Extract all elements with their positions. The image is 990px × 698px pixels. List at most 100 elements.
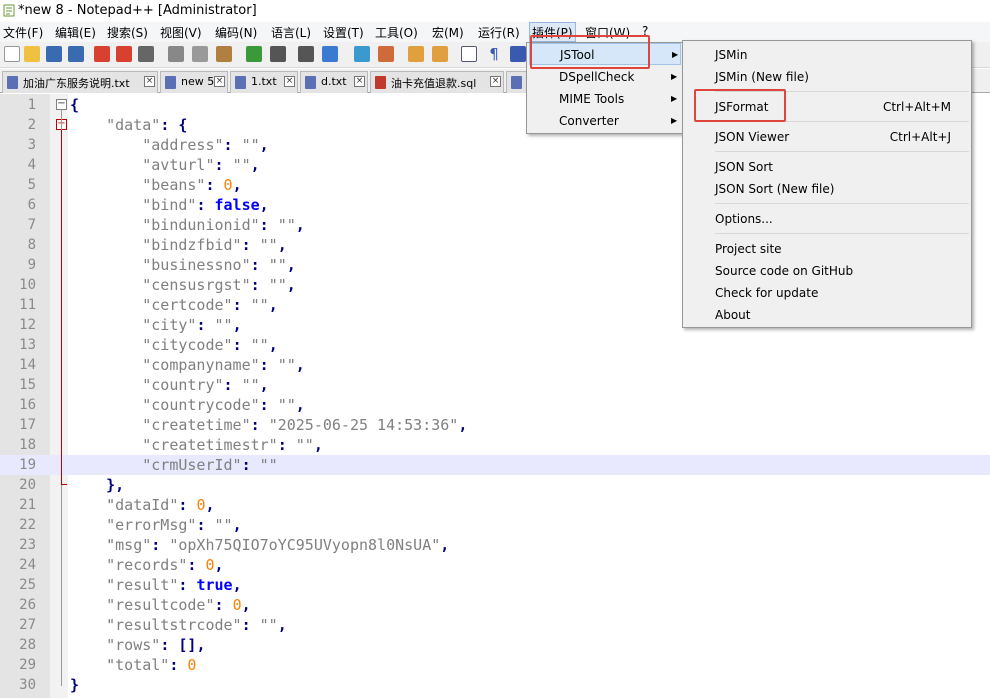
line-number: 17 <box>19 417 36 433</box>
menu-item-jsmin-new-file[interactable]: JSMin (New file) <box>685 66 969 88</box>
code-line[interactable]: 21 "dataId": 0, <box>0 495 990 515</box>
tab-label: 油卡充值退款.sql <box>391 77 477 90</box>
close-tab-icon[interactable]: × <box>354 76 365 87</box>
menu-edit[interactable]: 编辑(E) <box>55 24 96 41</box>
menu-file[interactable]: 文件(F) <box>3 24 43 41</box>
save-all-icon[interactable] <box>68 46 84 62</box>
code-line[interactable]: 27 "resultstrcode": "", <box>0 615 990 635</box>
code-line[interactable]: 19 "crmUserId": "" <box>0 455 990 475</box>
cut-icon[interactable] <box>168 46 184 62</box>
code-line[interactable]: 14 "companyname": "", <box>0 355 990 375</box>
menu-macro[interactable]: 宏(M) <box>432 24 464 41</box>
code-text: "resultstrcode": "", <box>106 616 287 634</box>
code-line[interactable]: 28 "rows": [], <box>0 635 990 655</box>
menu-settings[interactable]: 设置(T) <box>323 24 364 41</box>
code-line[interactable]: 20 }, <box>0 475 990 495</box>
word-wrap-icon[interactable] <box>461 46 477 62</box>
sync-vertical-icon[interactable] <box>408 46 424 62</box>
menu-item-check-update[interactable]: Check for update <box>685 282 969 304</box>
tab-file[interactable]: 油卡充值退款.sql × <box>370 71 504 93</box>
menu-tools[interactable]: 工具(O) <box>375 24 418 41</box>
line-number: 26 <box>19 597 36 613</box>
close-tab-icon[interactable]: × <box>214 76 225 87</box>
menu-item-label: JSON Sort <box>715 160 773 174</box>
line-number: 21 <box>19 497 36 513</box>
menu-item-label: Converter <box>559 114 619 128</box>
code-line[interactable]: 26 "resultcode": 0, <box>0 595 990 615</box>
tab-label: 1.txt <box>251 75 277 88</box>
code-text: "result": true, <box>106 576 242 594</box>
menu-item-json-sort[interactable]: JSON Sort <box>685 156 969 178</box>
paste-icon[interactable] <box>216 46 232 62</box>
line-number: 12 <box>19 317 36 333</box>
line-number: 27 <box>19 617 36 633</box>
menu-item-converter[interactable]: Converter ▶ <box>529 110 681 132</box>
menu-separator <box>715 233 969 234</box>
code-text: "bindzfbid": "", <box>142 236 287 254</box>
code-text: "companyname": "", <box>142 356 305 374</box>
zoom-in-icon[interactable] <box>354 46 370 62</box>
indent-guide-icon[interactable] <box>510 46 526 62</box>
print-icon[interactable] <box>138 46 154 62</box>
line-number: 9 <box>27 257 36 273</box>
menu-item-options[interactable]: Options... <box>685 208 969 230</box>
menu-item-json-viewer[interactable]: JSON Viewer Ctrl+Alt+J <box>685 126 969 148</box>
show-symbols-icon[interactable]: ¶ <box>486 46 502 62</box>
redo-icon[interactable] <box>270 46 286 62</box>
tab-file[interactable]: 1.txt × <box>230 71 298 93</box>
code-line[interactable]: 13 "citycode": "", <box>0 335 990 355</box>
close-tab-icon[interactable]: × <box>144 76 155 87</box>
line-number: 7 <box>27 217 36 233</box>
find-icon[interactable] <box>298 46 314 62</box>
code-line[interactable]: 18 "createtimestr": "", <box>0 435 990 455</box>
new-file-icon[interactable] <box>4 46 20 62</box>
code-line[interactable]: 25 "result": true, <box>0 575 990 595</box>
menu-item-source-code[interactable]: Source code on GitHub <box>685 260 969 282</box>
line-number: 2 <box>27 117 36 133</box>
code-line[interactable]: 22 "errorMsg": "", <box>0 515 990 535</box>
menu-search[interactable]: 搜索(S) <box>107 24 148 41</box>
tab-file[interactable]: 加油广东服务说明.txt × <box>2 71 158 93</box>
menu-item-about[interactable]: About <box>685 304 969 326</box>
line-number: 15 <box>19 377 36 393</box>
menu-view[interactable]: 视图(V) <box>160 24 202 41</box>
code-text: "address": "", <box>142 136 269 154</box>
close-tab-icon[interactable]: × <box>284 76 295 87</box>
menu-language[interactable]: 语言(L) <box>271 24 311 41</box>
code-line[interactable]: 17 "createtime": "2025-06-25 14:53:36", <box>0 415 990 435</box>
menu-item-dspellcheck[interactable]: DSpellCheck ▶ <box>529 66 681 88</box>
menu-item-mime-tools[interactable]: MIME Tools ▶ <box>529 88 681 110</box>
tab-file[interactable] <box>506 71 528 93</box>
code-line[interactable]: 30} <box>0 675 990 695</box>
undo-icon[interactable] <box>246 46 262 62</box>
code-line[interactable]: 16 "countrycode": "", <box>0 395 990 415</box>
open-file-icon[interactable] <box>24 46 40 62</box>
close-icon[interactable] <box>94 46 110 62</box>
menu-encoding[interactable]: 编码(N) <box>215 24 257 41</box>
fold-toggle-icon[interactable]: − <box>56 99 67 110</box>
tab-file[interactable]: new 5 × <box>160 71 228 93</box>
code-line[interactable]: 29 "total": 0 <box>0 655 990 675</box>
copy-icon[interactable] <box>192 46 208 62</box>
tab-file[interactable]: d.txt × <box>300 71 368 93</box>
code-line[interactable]: 24 "records": 0, <box>0 555 990 575</box>
close-all-icon[interactable] <box>116 46 132 62</box>
menu-item-jsmin[interactable]: JSMin <box>685 44 969 66</box>
line-number: 16 <box>19 397 36 413</box>
code-line[interactable]: 15 "country": "", <box>0 375 990 395</box>
line-number: 28 <box>19 637 36 653</box>
sync-horizontal-icon[interactable] <box>432 46 448 62</box>
menu-item-json-sort-new-file[interactable]: JSON Sort (New file) <box>685 178 969 200</box>
line-number: 6 <box>27 197 36 213</box>
replace-icon[interactable] <box>322 46 338 62</box>
menu-run[interactable]: 运行(R) <box>478 24 520 41</box>
doc-icon <box>305 76 316 89</box>
submenu-arrow-icon: ▶ <box>671 94 678 103</box>
menu-item-project-site[interactable]: Project site <box>685 238 969 260</box>
submenu-arrow-icon: ▶ <box>672 50 679 59</box>
highlight-box <box>530 35 650 69</box>
save-icon[interactable] <box>46 46 62 62</box>
zoom-out-icon[interactable] <box>378 46 394 62</box>
code-line[interactable]: 23 "msg": "opXh75QIO7oYC95UVyopn8l0NsUA"… <box>0 535 990 555</box>
close-tab-icon[interactable]: × <box>490 76 501 87</box>
